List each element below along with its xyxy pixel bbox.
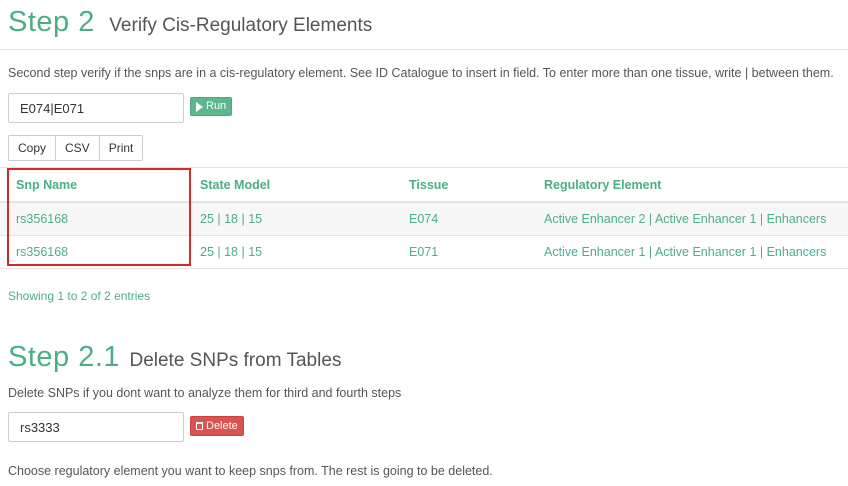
cell-tissue: E071: [393, 235, 528, 269]
header-divider: [0, 49, 848, 50]
step21-subtitle: Delete SNPs from Tables: [129, 350, 342, 371]
trash-icon: [196, 422, 203, 430]
tissue-input[interactable]: [8, 93, 184, 123]
copy-button[interactable]: Copy: [8, 135, 57, 161]
cell-regulatory-element: Active Enhancer 2 | Active Enhancer 1 | …: [528, 202, 848, 236]
step21-footer-text: Choose regulatory element you want to ke…: [8, 464, 493, 478]
print-button[interactable]: Print: [98, 135, 144, 161]
delete-button[interactable]: Delete: [190, 416, 244, 436]
step2-heading: Step 2 Verify Cis-Regulatory Elements: [8, 6, 372, 39]
cell-tissue: E074: [393, 202, 528, 236]
step21-title: Step 2.1: [8, 341, 121, 373]
step2-description: Second step verify if the snps are in a …: [8, 66, 834, 80]
step21-heading: Step 2.1 Delete SNPs from Tables: [8, 341, 341, 374]
cell-state-model: 25 | 18 | 15: [184, 202, 393, 236]
step21-description: Delete SNPs if you dont want to analyze …: [8, 386, 402, 400]
snp-name-column-highlight: [7, 168, 191, 266]
export-buttons: Copy CSV Print: [8, 135, 144, 161]
column-header-tissue[interactable]: Tissue: [393, 167, 528, 203]
table-info: Showing 1 to 2 of 2 entries: [8, 289, 151, 303]
run-label: Run: [206, 100, 227, 112]
cell-state-model: 25 | 18 | 15: [184, 235, 393, 269]
csv-button[interactable]: CSV: [55, 135, 100, 161]
column-header-regulatory-element[interactable]: Regulatory Element: [528, 167, 848, 203]
delete-snp-input[interactable]: [8, 412, 184, 442]
play-icon: [196, 101, 203, 112]
column-header-state-model[interactable]: State Model: [184, 167, 393, 203]
step2-subtitle: Verify Cis-Regulatory Elements: [109, 15, 373, 36]
delete-label: Delete: [206, 420, 238, 432]
cell-regulatory-element: Active Enhancer 1 | Active Enhancer 1 | …: [528, 235, 848, 269]
run-button[interactable]: Run: [190, 97, 233, 116]
step2-title: Step 2: [8, 6, 95, 38]
